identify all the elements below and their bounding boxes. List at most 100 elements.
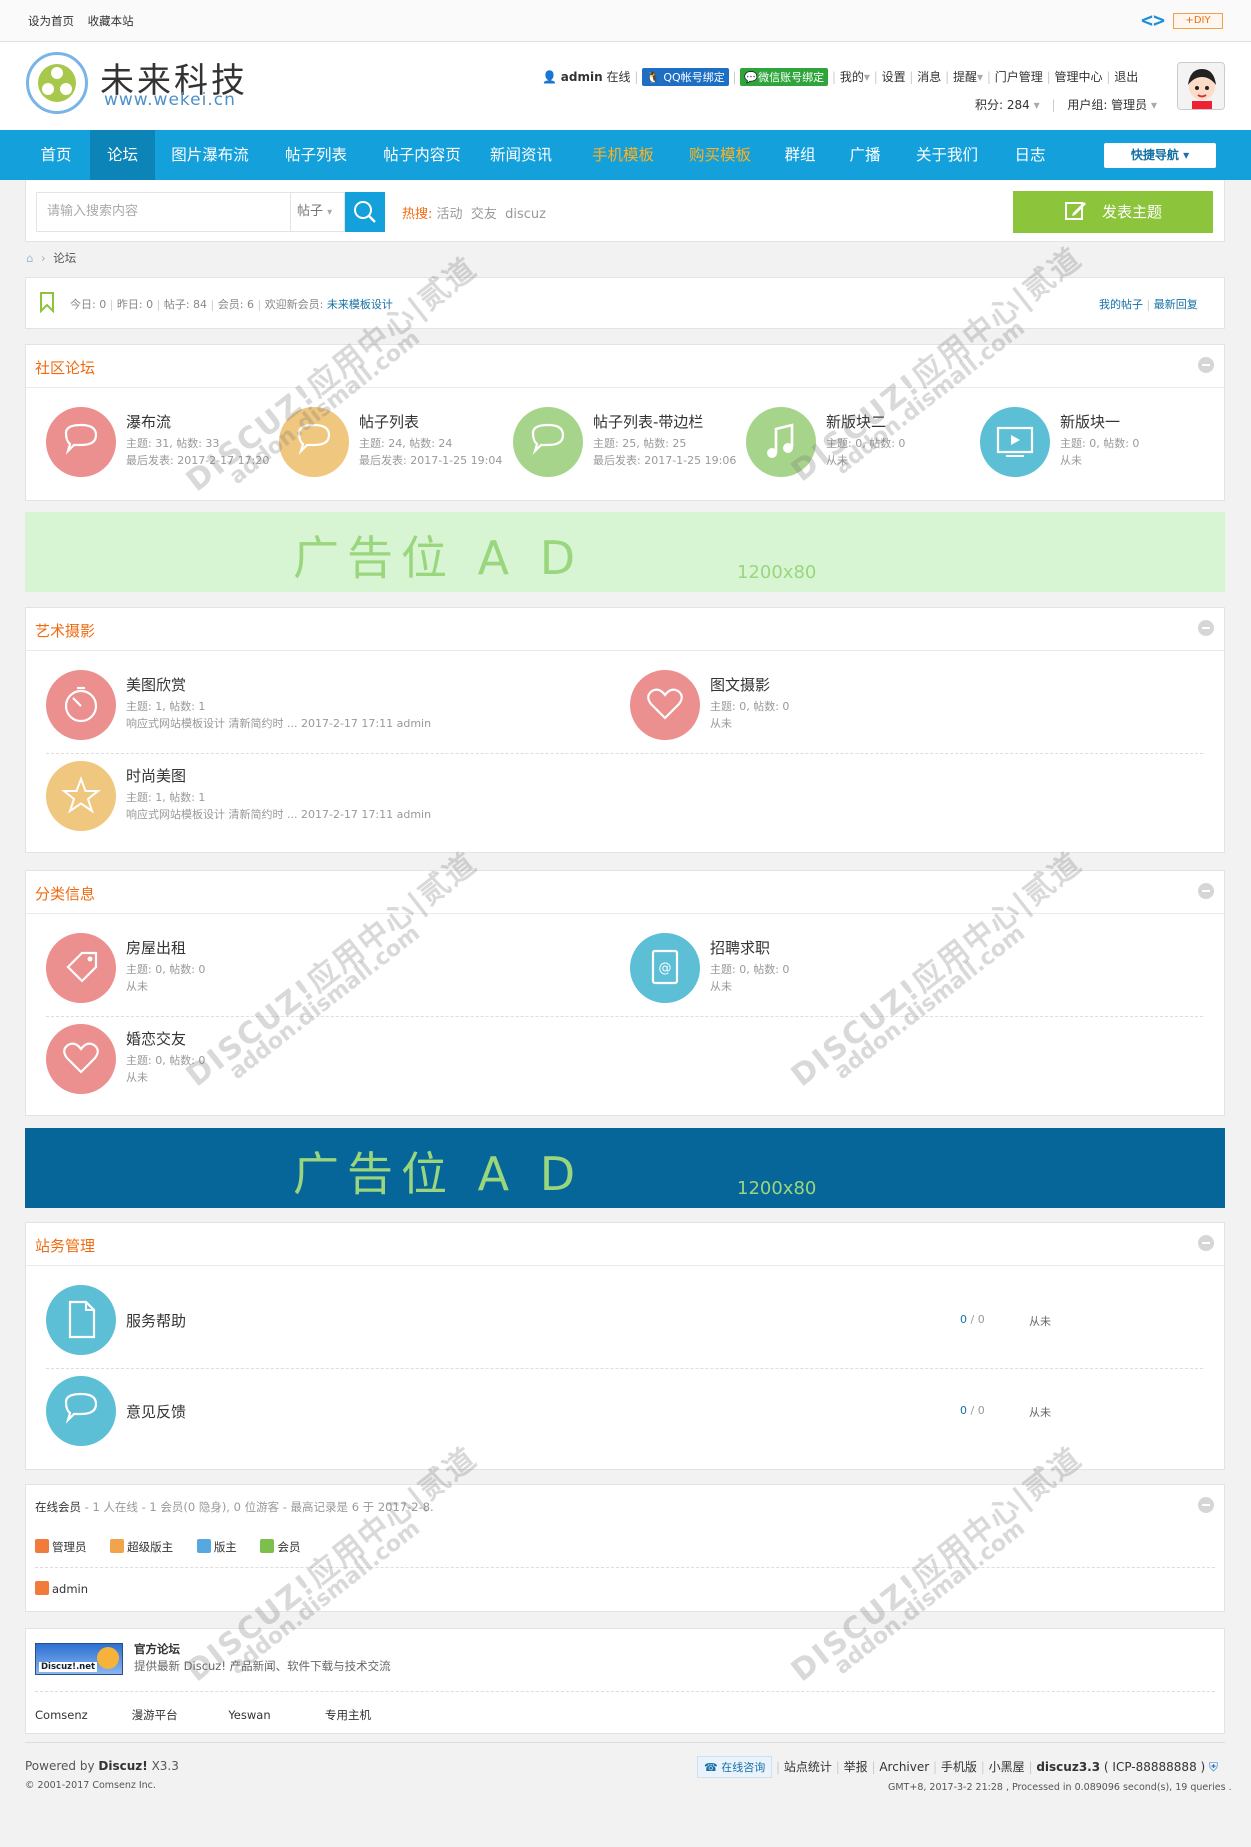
forum-last-post[interactable]: 最后发表: 2017-2-17 17:20 [126, 452, 269, 468]
forum-icon[interactable] [46, 933, 116, 1003]
nav-about[interactable]: 关于我们 [905, 130, 989, 180]
bookmark-link[interactable]: 收藏本站 [88, 14, 134, 28]
forum-name[interactable]: 帖子列表 [359, 411, 419, 432]
nav-home[interactable]: 首页 [26, 130, 86, 180]
forum-name[interactable]: 图文摄影 [710, 674, 770, 695]
collapse-icon[interactable] [1198, 357, 1214, 373]
section-title[interactable]: 艺术摄影 [35, 620, 95, 641]
notify-menu[interactable]: 提醒 [953, 70, 977, 84]
forum-name[interactable]: 时尚美图 [126, 765, 186, 786]
forum-last-post[interactable]: 从未 [1060, 452, 1082, 468]
new-thread-button[interactable]: 发表主题 [1013, 191, 1213, 233]
forum-icon[interactable] [46, 1376, 116, 1446]
footer-link[interactable]: 手机版 [941, 1760, 977, 1774]
text-link[interactable]: Comsenz [35, 1708, 128, 1722]
section-title[interactable]: 分类信息 [35, 883, 95, 904]
qq-bind-button[interactable]: 🐧 QQ帐号绑定 [642, 68, 729, 86]
nav-broadcast[interactable]: 广播 [840, 130, 890, 180]
site-name[interactable]: discuz3.3 [1036, 1760, 1100, 1774]
wechat-bind-button[interactable]: 💬微信账号绑定 [740, 68, 829, 86]
discuz-logo[interactable]: Discuz!.net [35, 1643, 123, 1675]
section-title[interactable]: 站务管理 [35, 1235, 95, 1256]
search-type-select[interactable]: 帖子 ▾ [290, 192, 345, 232]
footer-link[interactable]: 举报 [844, 1760, 868, 1774]
hot-link[interactable]: 活动 [437, 207, 463, 222]
nav-forum[interactable]: 论坛 [90, 130, 155, 180]
portal-admin-link[interactable]: 门户管理 [995, 70, 1043, 84]
forum-last-post[interactable]: 最后发表: 2017-1-25 19:06 [593, 452, 736, 468]
home-icon[interactable]: ⌂ [26, 251, 33, 265]
forum-name[interactable]: 新版块二 [826, 411, 886, 432]
forum-last-post[interactable]: 响应式网站模板设计 清新简约时 ... 2017-2-17 17:11 admi… [126, 715, 431, 731]
avatar[interactable] [1177, 62, 1225, 110]
forum-icon[interactable] [513, 407, 583, 477]
forum-last-post[interactable]: 最后发表: 2017-1-25 19:04 [359, 452, 502, 468]
section-title[interactable]: 社区论坛 [35, 357, 95, 378]
nav-mobile-template[interactable]: 手机模板 [580, 130, 666, 180]
forum-last-post[interactable]: 从未 [126, 1069, 148, 1085]
forum-name[interactable]: 婚恋交友 [126, 1028, 186, 1049]
online-title[interactable]: 在线会员 [35, 1500, 81, 1514]
ad-banner[interactable]: 广告位 A D 1200x80 [25, 512, 1225, 592]
collapse-icon[interactable] [1198, 883, 1214, 899]
my-posts-link[interactable]: 我的帖子 [1099, 298, 1143, 311]
forum-name[interactable]: 意见反馈 [126, 1401, 186, 1422]
nav-buy-template[interactable]: 购买模板 [678, 130, 762, 180]
code-toggle-icon[interactable]: <> [1141, 8, 1165, 32]
search-input[interactable]: 请输入搜索内容 [36, 192, 291, 232]
breadcrumb-current[interactable]: 论坛 [53, 251, 76, 265]
nav-post-content[interactable]: 帖子内容页 [372, 130, 472, 180]
forum-last-post[interactable]: 从未 [710, 978, 732, 994]
forum-icon[interactable] [279, 407, 349, 477]
latest-reply-link[interactable]: 最新回复 [1154, 298, 1198, 311]
usergroup-menu[interactable]: 用户组: 管理员 [1067, 98, 1147, 112]
forum-icon[interactable] [46, 761, 116, 831]
search-button[interactable] [345, 192, 385, 232]
set-home-link[interactable]: 设为首页 [28, 14, 74, 28]
hot-link[interactable]: 交友 [471, 207, 497, 222]
forum-name[interactable]: 服务帮助 [126, 1310, 186, 1331]
logout-link[interactable]: 退出 [1114, 70, 1138, 84]
footer-link[interactable]: Archiver [879, 1760, 929, 1774]
nav-blog[interactable]: 日志 [1005, 130, 1055, 180]
forum-icon[interactable] [630, 670, 700, 740]
online-consult-button[interactable]: ☎ 在线咨询 [697, 1756, 773, 1778]
brand-link[interactable]: Discuz! [98, 1759, 147, 1773]
forum-name[interactable]: 美图欣赏 [126, 674, 186, 695]
forum-icon[interactable] [46, 1024, 116, 1094]
collapse-icon[interactable] [1198, 620, 1214, 636]
nav-post-list[interactable]: 帖子列表 [268, 130, 364, 180]
forum-item[interactable]: 服务帮助 0 / 0 从未 [46, 1285, 1206, 1355]
nav-news[interactable]: 新闻资讯 [480, 130, 562, 180]
forum-last-post[interactable]: 从未 [710, 715, 732, 731]
link-title[interactable]: 官方论坛 [134, 1641, 180, 1657]
shield-icon[interactable]: ⛨ [1209, 1760, 1218, 1774]
text-link[interactable]: 专用主机 [325, 1707, 418, 1723]
my-menu[interactable]: 我的 [840, 70, 864, 84]
forum-name[interactable]: 帖子列表-带边栏 [593, 411, 703, 432]
text-link[interactable]: 漫游平台 [132, 1707, 225, 1723]
collapse-icon[interactable] [1198, 1497, 1214, 1513]
forum-icon[interactable] [746, 407, 816, 477]
footer-link[interactable]: 站点统计 [784, 1760, 832, 1774]
hot-link[interactable]: discuz [505, 207, 546, 222]
admin-center-link[interactable]: 管理中心 [1054, 70, 1102, 84]
diy-button[interactable]: +DIY [1173, 13, 1223, 29]
icp-number[interactable]: ( ICP-88888888 ) [1104, 1760, 1205, 1774]
online-user[interactable]: admin [35, 1581, 88, 1596]
forum-last-post[interactable]: 响应式网站模板设计 清新简约时 ... 2017-2-17 17:11 admi… [126, 806, 431, 822]
new-member-link[interactable]: 未来模板设计 [327, 298, 393, 311]
quick-nav-button[interactable]: 快捷导航 ▾ [1104, 143, 1216, 168]
forum-last-post[interactable]: 从未 [826, 452, 848, 468]
settings-link[interactable]: 设置 [882, 70, 906, 84]
forum-name[interactable]: 新版块一 [1060, 411, 1120, 432]
forum-icon[interactable] [46, 670, 116, 740]
forum-icon[interactable] [980, 407, 1050, 477]
forum-icon[interactable]: @ [630, 933, 700, 1003]
messages-link[interactable]: 消息 [917, 70, 941, 84]
nav-groups[interactable]: 群组 [775, 130, 825, 180]
collapse-icon[interactable] [1198, 1235, 1214, 1251]
text-link[interactable]: Yeswan [228, 1708, 321, 1722]
forum-icon[interactable] [46, 407, 116, 477]
ad-banner[interactable]: 广告位 A D 1200x80 [25, 1128, 1225, 1208]
